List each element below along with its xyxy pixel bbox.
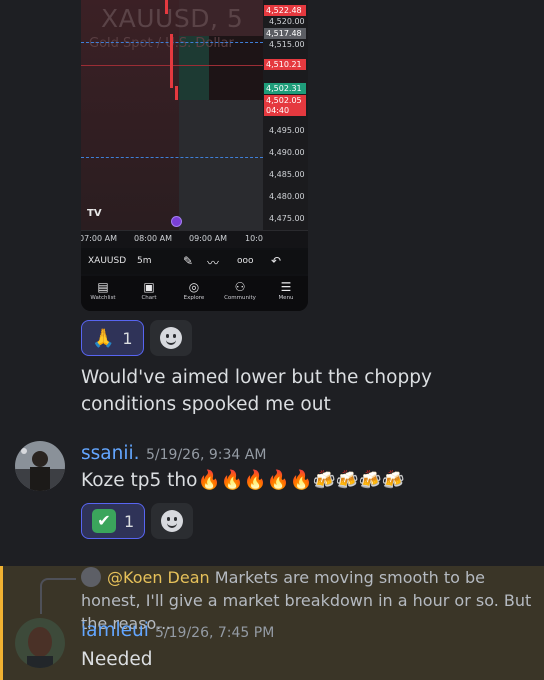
candle	[170, 34, 173, 88]
message-text: Koze tp5 tho🔥🔥🔥🔥🔥🍻🍻🍻🍻	[81, 470, 405, 491]
reply-author[interactable]: @Koen Dean	[107, 568, 210, 587]
price-tick: 4,515.00	[269, 40, 305, 49]
reaction-row: ✔ 1	[81, 503, 194, 539]
username-ssanii[interactable]: ssanii.	[81, 443, 140, 464]
chart-zone	[81, 0, 179, 230]
reply-preview[interactable]: @Koen Dean Markets are moving smooth to …	[81, 566, 541, 635]
price-tick: 4,490.00	[269, 148, 305, 157]
chart-zone	[179, 100, 263, 230]
price-tick: 4,480.00	[269, 192, 305, 201]
add-reaction-button[interactable]	[151, 503, 194, 539]
price-badge-gray: 4,517.48	[264, 28, 306, 39]
time-tick: 07:00 AM	[81, 234, 117, 243]
message-timestamp: 5/19/26, 7:45 PM	[155, 625, 275, 641]
watchlist-icon: ▤	[97, 280, 109, 294]
reply-avatar	[81, 567, 101, 587]
check-emoji: ✔	[92, 509, 116, 533]
tradingview-logo: TV	[87, 208, 102, 219]
tab-chart[interactable]: ▣ Chart	[129, 279, 169, 301]
price-tick: 4,495.00	[269, 126, 305, 135]
price-countdown: 04:40	[264, 105, 306, 116]
message-timestamp: 5/19/26, 9:34 AM	[146, 447, 267, 463]
smile-icon	[159, 327, 182, 349]
more-icon[interactable]: ooo	[237, 256, 254, 266]
avatar-image	[15, 618, 65, 668]
reply-connector	[40, 578, 76, 614]
candle	[175, 86, 178, 100]
chart-screenshot[interactable]: XAUUSD, 5 Gold Spot / U.S. Dollar 4,522.…	[81, 0, 308, 311]
reaction-count: 1	[124, 511, 135, 531]
price-badge-top: 4,522.48	[264, 5, 306, 16]
username-iamleui[interactable]: iamleui	[81, 620, 149, 641]
message-text: Needed	[81, 649, 153, 670]
pray-emoji: 🙏	[92, 327, 115, 349]
draw-icon[interactable]: ✎	[183, 254, 193, 268]
avatar-image	[15, 441, 65, 491]
undo-icon[interactable]: ↶	[271, 254, 281, 268]
toolbar-symbol[interactable]: XAUUSD	[88, 256, 126, 266]
reaction-count: 1	[122, 328, 133, 348]
tab-explore[interactable]: ◎ Explore	[174, 279, 214, 301]
tab-watchlist[interactable]: ▤ Watchlist	[83, 279, 123, 301]
app-tabbar: ▤ Watchlist ▣ Chart ◎ Explore ⚇ Community ☰ M…	[81, 276, 308, 311]
tab-community[interactable]: ⚇ Community	[220, 279, 260, 301]
toolbar-interval[interactable]: 5m	[137, 256, 152, 266]
bolt-icon[interactable]	[171, 216, 182, 227]
people-icon: ⚇	[234, 280, 246, 294]
price-badge-green: 4,502.31	[264, 83, 306, 94]
chart-toolbar: XAUUSD 5m ✎ 〰 ooo ↶	[81, 250, 308, 274]
compass-icon: ◎	[188, 280, 200, 294]
candle	[165, 0, 168, 14]
level-line	[81, 157, 263, 158]
chart-icon: ▣	[143, 280, 155, 294]
add-reaction-button[interactable]	[149, 320, 192, 356]
price-tick: 4,485.00	[269, 170, 305, 179]
price-tick: 4,520.00	[269, 17, 305, 26]
reaction-row: 🙏 1	[81, 320, 192, 356]
reaction-check[interactable]: ✔ 1	[81, 503, 146, 539]
message-text: Would've aimed lower but the choppy cond…	[81, 367, 432, 415]
avatar-iamleui[interactable]	[15, 618, 65, 668]
menu-icon: ☰	[280, 280, 292, 294]
price-tick: 4,475.00	[269, 214, 305, 223]
chart-symbol-watermark: XAUUSD, 5	[101, 4, 244, 33]
price-chart: XAUUSD, 5 Gold Spot / U.S. Dollar 4,522.…	[81, 0, 308, 248]
time-axis: 07:00 AM 08:00 AM 09:00 AM 10:0 ◎	[81, 230, 308, 248]
mention-bar	[0, 566, 3, 680]
chart-subtitle-watermark: Gold Spot / U.S. Dollar	[89, 36, 234, 51]
time-tick: 08:00 AM	[134, 234, 172, 243]
time-tick: 10:0	[245, 234, 263, 243]
avatar-ssanii[interactable]	[15, 441, 65, 491]
indicators-icon[interactable]: 〰	[207, 254, 219, 271]
smile-icon	[161, 510, 184, 532]
reaction-pray[interactable]: 🙏 1	[81, 320, 144, 356]
tab-menu[interactable]: ☰ Menu	[266, 279, 306, 301]
time-tick: 09:00 AM	[189, 234, 227, 243]
price-badge-red: 4,510.21	[264, 59, 306, 70]
